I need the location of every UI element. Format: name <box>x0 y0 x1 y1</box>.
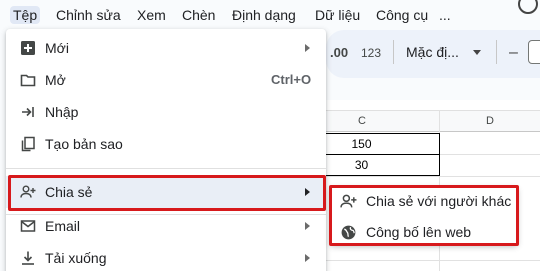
menu-item-open[interactable]: Mở Ctrl+O <box>6 64 326 96</box>
highlight-box-share <box>8 175 326 211</box>
menu-insert[interactable]: Chèn <box>181 6 216 24</box>
font-family-select[interactable]: Mặc đị... <box>406 44 459 60</box>
history-icon[interactable] <box>518 0 538 14</box>
highlight-box-submenu <box>329 185 519 246</box>
submenu-arrow-icon <box>305 254 310 262</box>
grid-line <box>326 260 540 261</box>
menu-file[interactable]: Tệp <box>10 6 41 24</box>
decimal-increase-button[interactable]: .00 <box>330 45 348 60</box>
menu-item-label: Mở <box>45 72 66 88</box>
submenu-arrow-icon <box>305 44 310 52</box>
toolbar-divider <box>393 40 394 64</box>
menu-tools[interactable]: Công cụ <box>375 6 429 24</box>
menu-item-label: Nhập <box>45 104 79 120</box>
menu-item-label: Mới <box>45 40 69 56</box>
menu-item-label: Tạo bản sao <box>45 136 123 152</box>
menu-view[interactable]: Xem <box>136 6 167 24</box>
menu-more[interactable]: ... <box>438 6 452 24</box>
plus-box-icon <box>20 40 36 56</box>
grid-line <box>326 176 540 177</box>
menu-item-email[interactable]: Email <box>6 210 326 242</box>
download-icon <box>20 250 36 266</box>
folder-icon <box>20 72 36 88</box>
column-header-d[interactable]: D <box>486 115 494 127</box>
menu-item-import[interactable]: Nhập <box>6 96 326 128</box>
chevron-down-icon[interactable] <box>473 50 481 55</box>
font-size-decrease-button[interactable]: – <box>509 44 518 62</box>
menu-edit[interactable]: Chỉnh sửa <box>55 6 122 24</box>
menu-bar: Tệp Chỉnh sửa Xem Chèn Định dạng Dữ liệu… <box>0 0 540 30</box>
menu-item-download[interactable]: Tải xuống <box>6 242 326 271</box>
font-size-input[interactable] <box>528 40 540 64</box>
menu-divider <box>6 168 326 169</box>
toolbar-divider <box>496 40 497 64</box>
file-menu-dropdown: Mới Mở Ctrl+O Nhập Tạo bản sao Chia sẻ E… <box>6 29 326 271</box>
submenu-arrow-icon <box>305 222 310 230</box>
menu-item-label: Email <box>45 218 81 234</box>
cell-border <box>326 154 440 155</box>
menu-format[interactable]: Định dạng <box>231 6 297 24</box>
import-arrow-icon <box>20 104 36 120</box>
menu-item-new[interactable]: Mới <box>6 32 326 64</box>
menu-data[interactable]: Dữ liệu <box>314 6 361 24</box>
number-format-button[interactable]: 123 <box>361 46 381 60</box>
column-header-c[interactable]: C <box>358 115 366 127</box>
email-icon <box>20 218 36 234</box>
menu-item-label: Tải xuống <box>45 250 107 266</box>
menu-item-make-copy[interactable]: Tạo bản sao <box>6 128 326 160</box>
shortcut-label: Ctrl+O <box>271 72 312 87</box>
copy-icon <box>20 136 36 152</box>
